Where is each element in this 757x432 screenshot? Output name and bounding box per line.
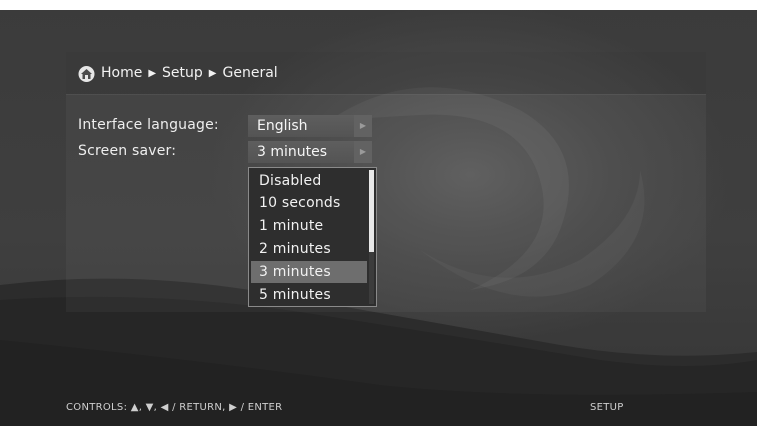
dropdown-scroll-thumb[interactable]	[369, 170, 374, 252]
home-icon[interactable]	[78, 65, 95, 82]
option-10-seconds[interactable]: 10 seconds	[251, 192, 367, 214]
interface-language-select[interactable]: English ▶	[248, 115, 372, 137]
arrow-right-icon: ▶	[354, 141, 372, 163]
screen-saver-value: 3 minutes	[257, 144, 328, 160]
option-3-minutes[interactable]: 3 minutes	[251, 261, 367, 283]
breadcrumb-setup[interactable]: Setup	[162, 65, 203, 81]
controls-hint: CONTROLS: ▲, ▼, ◀ / RETURN, ▶ / ENTER	[66, 402, 283, 413]
bottom-letterbox	[0, 426, 757, 432]
breadcrumb-home[interactable]: Home	[101, 65, 142, 81]
breadcrumb-general: General	[222, 65, 278, 81]
breadcrumb-separator-icon: ▶	[148, 67, 157, 79]
interface-language-value: English	[257, 118, 308, 134]
section-label: SETUP	[590, 402, 624, 413]
screen-saver-label: Screen saver:	[78, 143, 177, 159]
option-5-minutes[interactable]: 5 minutes	[251, 284, 367, 306]
option-2-minutes[interactable]: 2 minutes	[251, 238, 367, 260]
interface-language-label: Interface language:	[78, 117, 219, 133]
breadcrumb-separator-icon: ▶	[208, 67, 217, 79]
top-letterbox	[0, 0, 757, 10]
screen-saver-dropdown[interactable]: Disabled 10 seconds 1 minute 2 minutes 3…	[248, 167, 377, 307]
breadcrumb: Home ▶ Setup ▶ General	[78, 61, 278, 85]
screen-saver-select[interactable]: 3 minutes ▶	[248, 141, 372, 163]
option-disabled[interactable]: Disabled	[251, 170, 367, 192]
option-1-minute[interactable]: 1 minute	[251, 215, 367, 237]
arrow-right-icon: ▶	[354, 115, 372, 137]
